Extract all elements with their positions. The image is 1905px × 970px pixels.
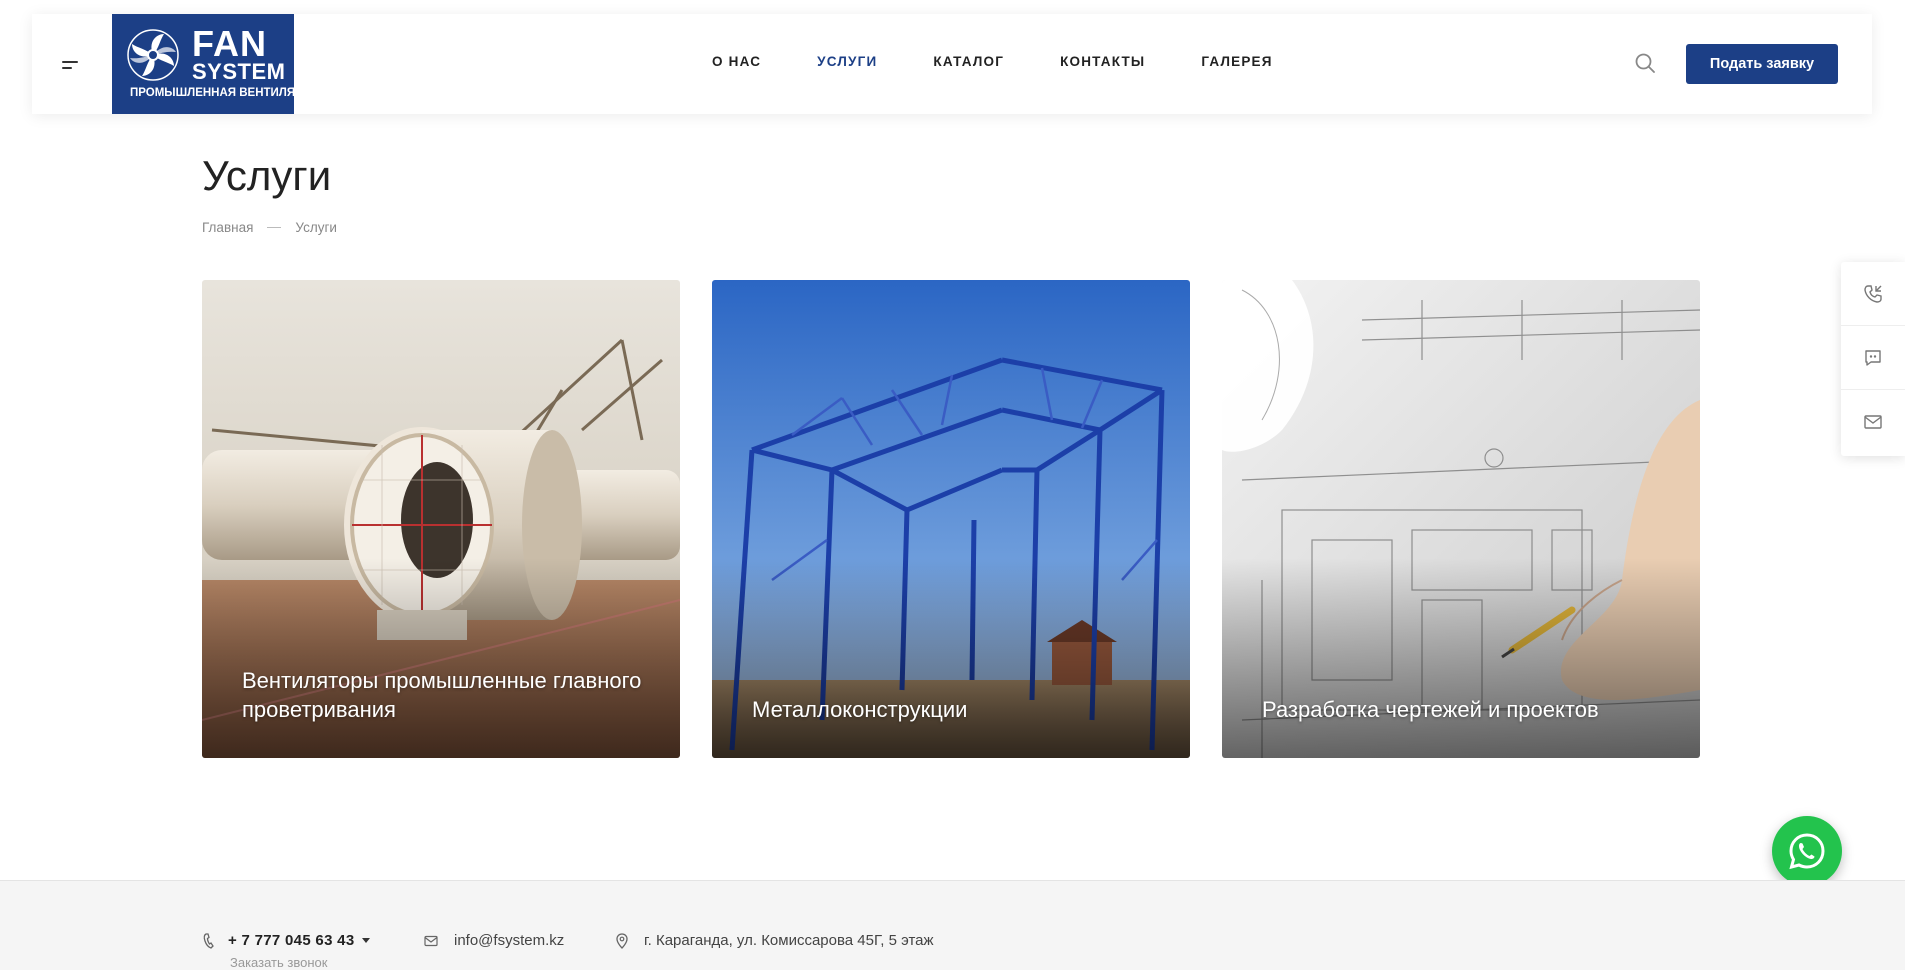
service-card-steel[interactable]: Металлоконструкции	[712, 280, 1190, 758]
footer-phone: + 7 777 045 63 43	[202, 932, 371, 949]
footer-email-link[interactable]: info@fsystem.kz	[454, 932, 564, 949]
floating-contact-panel	[1841, 262, 1905, 456]
logo-name-line2: SYSTEM	[192, 59, 286, 84]
footer-phone-number[interactable]: + 7 777 045 63 43	[228, 932, 354, 949]
nav-item-catalog[interactable]: КАТАЛОГ	[933, 54, 1004, 69]
site-logo[interactable]: FAN SYSTEM ПРОМЫШЛЕННАЯ ВЕНТИЛЯЦИЯ	[112, 14, 320, 114]
footer-address-text: г. Караганда, ул. Комиссарова 45Г, 5 эта…	[644, 932, 934, 949]
nav-item-gallery[interactable]: ГАЛЕРЕЯ	[1201, 54, 1272, 69]
services-grid: Вентиляторы промышленные главного провет…	[202, 280, 1700, 758]
breadcrumb: Главная Услуги	[202, 220, 337, 235]
chat-icon[interactable]	[1841, 326, 1905, 390]
fan-logo-icon	[127, 29, 179, 81]
chevron-down-icon[interactable]	[362, 938, 371, 943]
footer-email: info@fsystem.kz	[424, 932, 564, 949]
nav-item-services[interactable]: УСЛУГИ	[817, 54, 877, 69]
card-shade	[202, 558, 680, 758]
service-card-drawings[interactable]: Разработка чертежей и проектов	[1222, 280, 1700, 758]
service-card-title: Металлоконструкции	[752, 697, 968, 722]
whatsapp-icon[interactable]	[1772, 816, 1842, 886]
phone-callback-icon[interactable]	[1841, 262, 1905, 326]
submit-request-button[interactable]: Подать заявку	[1686, 44, 1838, 84]
site-header: FAN SYSTEM ПРОМЫШЛЕННАЯ ВЕНТИЛЯЦИЯ О НАС…	[32, 14, 1872, 114]
footer-callback-link[interactable]: Заказать звонок	[230, 955, 327, 970]
service-card-title: Разработка чертежей и проектов	[1262, 697, 1599, 722]
service-card-fans[interactable]: Вентиляторы промышленные главного провет…	[202, 280, 680, 758]
location-pin-icon	[616, 932, 628, 949]
menu-burger-icon[interactable]	[62, 58, 80, 72]
mail-icon	[424, 935, 438, 946]
search-icon[interactable]	[1634, 52, 1656, 74]
service-card-title: Вентиляторы промышленные главного провет…	[242, 668, 642, 722]
nav-item-about[interactable]: О НАС	[712, 54, 761, 69]
phone-icon	[203, 932, 214, 949]
logo-name-line1: FAN	[192, 23, 267, 64]
breadcrumb-separator	[267, 227, 282, 228]
card-shade	[1222, 558, 1700, 758]
mail-icon[interactable]	[1841, 390, 1905, 454]
nav-item-contacts[interactable]: КОНТАКТЫ	[1060, 54, 1145, 69]
logo-tagline: ПРОМЫШЛЕННАЯ ВЕНТИЛЯЦИЯ	[130, 87, 321, 99]
page-title: Услуги	[202, 152, 332, 199]
breadcrumb-home[interactable]: Главная	[202, 220, 253, 235]
breadcrumb-current: Услуги	[295, 220, 337, 235]
footer-address: г. Караганда, ул. Комиссарова 45Г, 5 эта…	[616, 932, 934, 949]
site-footer: + 7 777 045 63 43 Заказать звонок info@f…	[0, 880, 1905, 970]
main-nav: О НАС УСЛУГИ КАТАЛОГ КОНТАКТЫ ГАЛЕРЕЯ	[712, 54, 1329, 69]
card-shade	[712, 558, 1190, 758]
